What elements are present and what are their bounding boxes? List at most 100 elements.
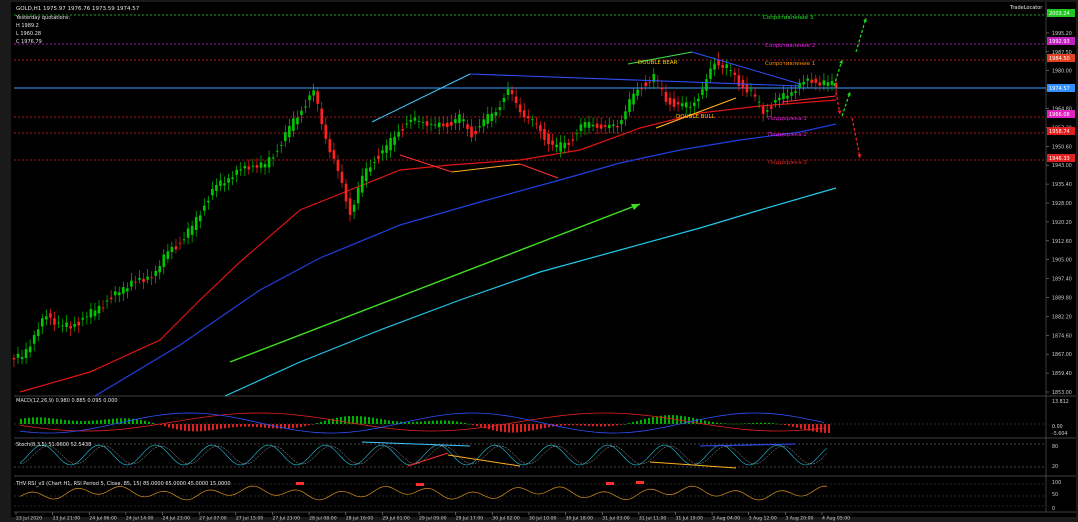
macd-bar: [704, 420, 706, 424]
macd-bar: [544, 424, 546, 429]
candle-body: [356, 187, 360, 204]
macd-bar: [724, 423, 726, 425]
candle-body: [73, 324, 76, 327]
candle-body: [202, 205, 206, 211]
trade-locator-label[interactable]: TradeLocator: [1009, 5, 1043, 11]
candle-body: [814, 78, 818, 83]
y-tick-label: 1889.80: [1052, 296, 1072, 302]
candle-body: [267, 157, 271, 168]
macd-bar: [768, 422, 770, 424]
candle-body: [498, 107, 502, 110]
candle-body: [737, 75, 741, 87]
macd-bar: [600, 424, 602, 427]
macd-bar: [744, 423, 746, 425]
candle-body: [713, 63, 716, 70]
candle-body: [425, 121, 429, 126]
macd-bar: [652, 417, 654, 424]
macd-bar: [804, 424, 806, 430]
support-3-label: Поддержка 3: [768, 160, 807, 166]
candle-body: [672, 98, 676, 107]
rsi-overbought-mark: [606, 482, 614, 485]
candle-body: [684, 102, 688, 108]
indicator-tick-label: 0: [1052, 506, 1055, 512]
macd-bar: [252, 424, 254, 427]
x-tick-label: 30 Jul 18:00: [566, 516, 594, 522]
candle-body: [24, 349, 28, 359]
macd-bar: [304, 424, 306, 427]
candle-body: [765, 110, 769, 112]
candle-body: [749, 89, 753, 91]
candle-body: [348, 198, 352, 215]
candle-body: [369, 167, 372, 172]
macd-bar: [256, 424, 258, 428]
candle-body: [308, 95, 311, 101]
macd-bar: [608, 424, 610, 427]
macd-bar: [648, 417, 650, 424]
candle-body: [782, 93, 785, 100]
macd-bar: [460, 422, 462, 424]
candle-body: [628, 99, 631, 112]
macd-bar: [828, 424, 830, 433]
candle-body: [494, 112, 498, 116]
macd-bar: [28, 417, 30, 424]
candle-body: [121, 287, 125, 294]
x-tick-label: 27 Jul 15:00: [236, 516, 264, 522]
price-tag: 1958.74: [1049, 129, 1070, 135]
macd-bar: [384, 419, 386, 424]
indicator-tick-label: 0.00: [1052, 424, 1063, 430]
candle-body: [697, 98, 700, 102]
candle-body: [603, 125, 607, 127]
macd-bar: [312, 424, 314, 425]
macd-bar: [144, 420, 146, 424]
macd-bar: [516, 424, 518, 433]
macd-bar: [208, 424, 210, 431]
macd-bar: [368, 417, 370, 424]
candle-body: [539, 125, 542, 132]
macd-bar: [188, 424, 190, 432]
rsi-overbought-mark: [416, 483, 424, 486]
candle-body: [693, 102, 696, 107]
candle-body: [482, 119, 486, 127]
macd-bar: [100, 419, 102, 424]
candle-body: [660, 87, 664, 90]
macd-bar: [416, 421, 418, 424]
candle-body: [360, 175, 364, 193]
candle-body: [794, 91, 797, 93]
candle-body: [352, 204, 356, 212]
candle-body: [81, 317, 85, 320]
macd-bar: [232, 424, 234, 428]
candle-body: [688, 106, 692, 108]
macd-bar: [580, 424, 582, 426]
macd-bar: [456, 421, 458, 424]
macd-bar: [604, 424, 606, 427]
macd-bar: [200, 424, 202, 432]
y-tick-label: 1905.00: [1052, 258, 1072, 264]
candle-body: [729, 70, 733, 71]
candle-body: [632, 93, 635, 105]
candle-body: [174, 246, 178, 250]
price-tag: 1992.93: [1049, 39, 1070, 45]
macd-bar: [752, 423, 754, 424]
candle-body: [194, 217, 198, 230]
support-1-label: Поддержка 1: [768, 116, 807, 122]
x-tick-label: 24 Jul 06:00: [89, 516, 117, 522]
macd-bar: [184, 424, 186, 431]
macd-bar: [96, 420, 98, 424]
candle-body: [709, 68, 712, 79]
indicator-tick-label: -5.604: [1052, 431, 1067, 437]
resistance-1-label: Сопротивление 1: [765, 61, 815, 67]
candle-body: [437, 122, 441, 128]
macd-bar: [92, 420, 94, 424]
candle-body: [701, 89, 704, 96]
macd-bar: [72, 420, 74, 424]
macd-bar: [216, 424, 218, 430]
candle-body: [636, 89, 639, 96]
candle-body: [526, 116, 530, 119]
chart-canvas[interactable]: 2002.901995.201987.501980.001972.401964.…: [0, 0, 1078, 522]
macd-bar: [468, 423, 470, 425]
x-tick-label: 27 Jul 07:00: [199, 516, 227, 522]
macd-bar: [356, 415, 358, 424]
candle-body: [28, 346, 32, 353]
macd-bar: [448, 420, 450, 424]
candle-body: [514, 96, 518, 104]
